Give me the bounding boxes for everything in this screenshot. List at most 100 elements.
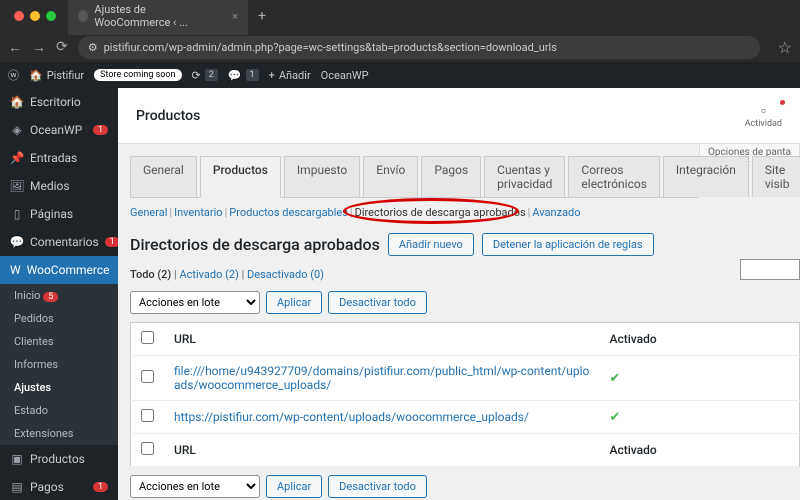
window-controls[interactable] [14, 11, 56, 21]
subtab-directorios-de-descarga-aprobados[interactable]: Directorios de descarga aprobados [355, 206, 526, 219]
menu-icon: 🖼 [10, 179, 24, 193]
subtab-inventario[interactable]: Inventario [174, 206, 223, 219]
bookmark-icon[interactable]: ☆ [778, 38, 792, 57]
settings-subtabs: General|Inventario|Productos descargable… [130, 206, 800, 219]
row-checkbox[interactable] [141, 409, 154, 422]
sidebar-item-medios[interactable]: 🖼Medios [0, 172, 118, 200]
filter-views: Todo (2) | Activado (2) | Desactivado (0… [130, 268, 800, 281]
submenu-item-estado[interactable]: Estado [0, 399, 118, 422]
reload-icon[interactable]: ⟳ [56, 39, 68, 55]
browser-chrome: Ajustes de WooCommerce ‹ ... × + ← → ⟳ ⚙… [0, 0, 800, 62]
apply-button[interactable]: Aplicar [266, 291, 322, 314]
forward-icon[interactable]: → [32, 39, 46, 56]
sidebar-item-label: Entradas [30, 151, 77, 165]
url-link[interactable]: file:///home/u943927709/domains/pistifiu… [174, 364, 589, 392]
comments-link[interactable]: 💬 1 [228, 69, 259, 82]
col-header-url[interactable]: URL [164, 323, 600, 356]
submenu-item-clientes[interactable]: Clientes [0, 330, 118, 353]
sidebar-item-entradas[interactable]: 📌 Entradas [0, 144, 118, 172]
woocommerce-submenu: Inicio 5PedidosClientesInformesAjustesEs… [0, 284, 118, 445]
sidebar-item-oceanwp[interactable]: ◈OceanWP1 [0, 116, 118, 144]
updates-link[interactable]: ⟳ 2 [192, 69, 218, 82]
menu-icon: ▣ [10, 452, 24, 466]
tab-productos[interactable]: Productos [200, 156, 281, 198]
subtab-avanzado[interactable]: Avanzado [532, 206, 580, 219]
sidebar-item-escritorio[interactable]: 🏠Escritorio [0, 88, 118, 116]
search-input[interactable] [740, 259, 800, 280]
page-title: Productos [136, 108, 200, 124]
menu-icon: ▯ [10, 207, 24, 221]
close-tab-icon[interactable]: × [232, 10, 238, 23]
apply-button-bottom[interactable]: Aplicar [266, 475, 322, 498]
tab-site-visib[interactable]: Site visib [752, 156, 800, 197]
menu-icon: ◈ [10, 123, 24, 137]
admin-sidebar: 🏠Escritorio◈OceanWP1 📌 Entradas 🖼Medios ▯ Pág… [0, 88, 118, 500]
sidebar-item-comentarios[interactable]: 💬Comentarios1 [0, 228, 118, 256]
url-text: pistifiur.com/wp-admin/admin.php?page=wc… [104, 41, 557, 54]
woocommerce-icon: W [10, 263, 21, 277]
maximize-window-icon[interactable] [46, 11, 56, 21]
close-window-icon[interactable] [14, 11, 24, 21]
submenu-item-informes[interactable]: Informes [0, 353, 118, 376]
subtab-productos-descargables[interactable]: Productos descargables [229, 206, 348, 219]
sidebar-item-label: Páginas [30, 207, 73, 221]
view-all[interactable]: Todo (2) [130, 268, 171, 281]
menu-icon: 📌 [10, 151, 24, 165]
sidebar-item-woocommerce[interactable]: W WooCommerce [0, 256, 118, 284]
sidebar-item-pagos[interactable]: ▤Pagos1 [0, 473, 118, 500]
store-status-badge[interactable]: Store coming soon [94, 69, 181, 81]
tab-envío[interactable]: Envío [363, 156, 418, 197]
search-box [740, 258, 800, 280]
submenu-item-inicio[interactable]: Inicio 5 [0, 284, 118, 307]
sidebar-item-label: Productos [30, 452, 85, 466]
submenu-item-ajustes[interactable]: Ajustes [0, 376, 118, 399]
select-all-checkbox-bottom[interactable] [141, 442, 154, 455]
bulk-action-select[interactable]: Acciones en lote [130, 291, 260, 314]
disable-all-button[interactable]: Desactivar todo [328, 291, 427, 314]
browser-tab[interactable]: Ajustes de WooCommerce ‹ ... × [68, 0, 248, 35]
menu-icon: ▤ [10, 480, 24, 494]
stop-enforcement-button[interactable]: Detener la aplicación de reglas [482, 233, 654, 256]
submenu-item-pedidos[interactable]: Pedidos [0, 307, 118, 330]
check-icon: ✔ [610, 410, 621, 425]
back-icon[interactable]: ← [8, 39, 22, 56]
tab-cuentas-y-privacidad[interactable]: Cuentas y privacidad [484, 156, 565, 197]
col-header-active[interactable]: Activado [600, 323, 800, 356]
submenu-item-extensiones[interactable]: Extensiones [0, 422, 118, 445]
url-input[interactable]: ⚙ pistifiur.com/wp-admin/admin.php?page=… [78, 36, 760, 59]
wp-logo-icon[interactable]: ⓦ [8, 67, 19, 83]
new-tab-button[interactable]: + [258, 8, 266, 24]
site-info-icon[interactable]: ⚙ [88, 41, 98, 54]
sidebar-item-páginas[interactable]: ▯ Páginas [0, 200, 118, 228]
row-checkbox[interactable] [141, 370, 154, 383]
add-new-button[interactable]: Añadir nuevo [388, 233, 474, 256]
subtab-general[interactable]: General [130, 206, 167, 219]
tab-integración[interactable]: Integración [663, 156, 749, 197]
table-row: https://pistifiur.com/wp-content/uploads… [131, 401, 800, 434]
directories-table: URL Activado file:///home/u943927709/dom… [130, 322, 800, 467]
url-link[interactable]: https://pistifiur.com/wp-content/uploads… [174, 410, 529, 424]
select-all-checkbox[interactable] [141, 331, 154, 344]
activity-button[interactable]: ▫ Actividad [745, 102, 782, 129]
tab-impuesto[interactable]: Impuesto [284, 156, 360, 197]
section-heading: Directorios de descarga aprobados [130, 235, 380, 254]
site-link[interactable]: 🏠 Pistifiur [29, 69, 84, 82]
sidebar-item-label: Pagos [30, 480, 64, 494]
count-badge: 1 [93, 125, 108, 135]
minimize-window-icon[interactable] [30, 11, 40, 21]
bulk-action-select-bottom[interactable]: Acciones en lote [130, 475, 260, 498]
tab-correos-electrónicos[interactable]: Correos electrónicos [568, 156, 660, 197]
table-row: file:///home/u943927709/domains/pistifiu… [131, 356, 800, 401]
add-new-link[interactable]: + Añadir [269, 69, 311, 82]
favicon-icon [78, 10, 88, 22]
col-footer-url: URL [164, 434, 600, 467]
view-disabled[interactable]: Desactivado (0) [247, 268, 324, 281]
sidebar-item-label: WooCommerce [27, 263, 110, 277]
theme-link[interactable]: OceanWP [321, 69, 369, 82]
view-enabled[interactable]: Activado (2) [179, 268, 238, 281]
tab-general[interactable]: General [130, 156, 197, 197]
disable-all-button-bottom[interactable]: Desactivar todo [328, 475, 427, 498]
sidebar-item-productos[interactable]: ▣ Productos [0, 445, 118, 473]
tab-pagos[interactable]: Pagos [421, 156, 481, 197]
browser-tab-bar: Ajustes de WooCommerce ‹ ... × + [0, 0, 800, 32]
